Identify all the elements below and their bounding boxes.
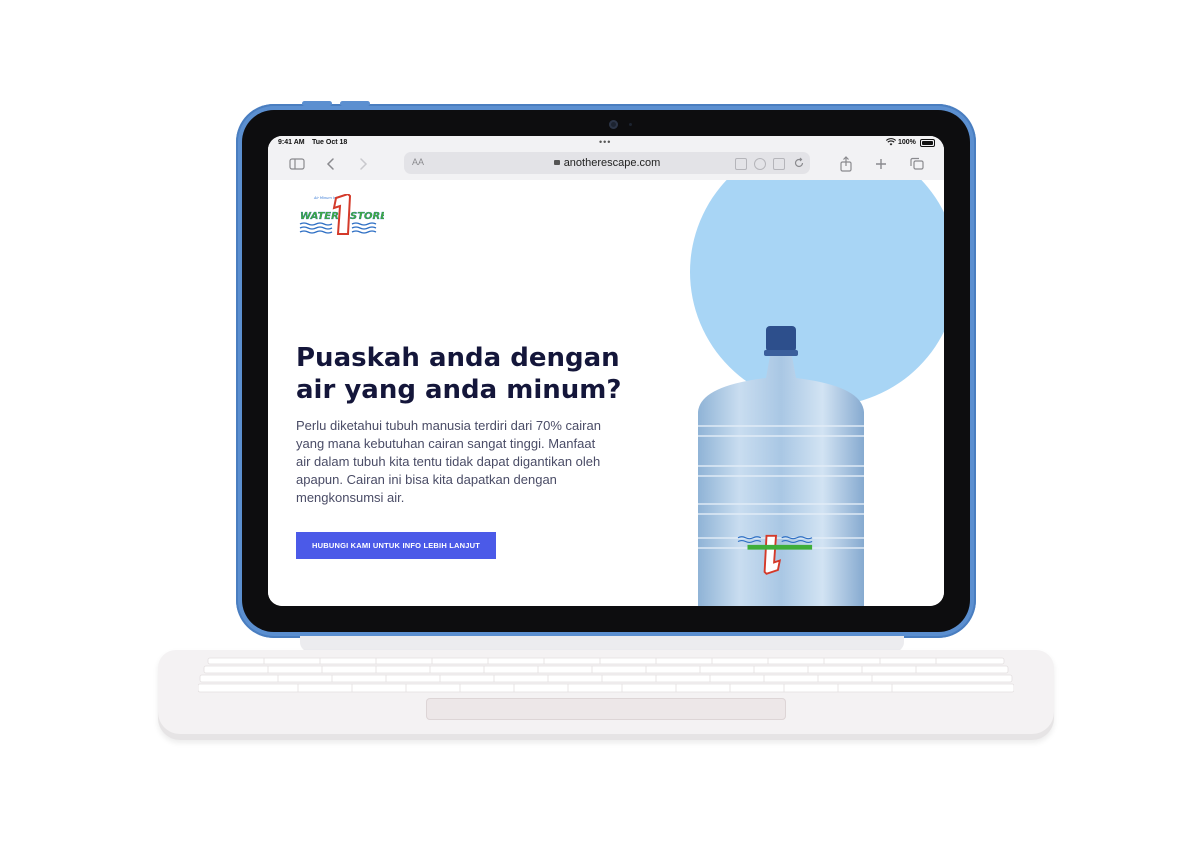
battery-percentage: 100% xyxy=(898,139,916,146)
status-bar: 9:41 AM Tue Oct 18 ••• 100% xyxy=(268,136,944,150)
multitasking-dots-icon[interactable]: ••• xyxy=(599,137,611,147)
share-icon[interactable] xyxy=(837,156,855,172)
ambient-sensor xyxy=(629,123,632,126)
volume-button xyxy=(302,101,332,106)
forward-icon[interactable] xyxy=(354,156,372,172)
new-tab-icon[interactable] xyxy=(872,156,890,172)
svg-text:WATER: WATER xyxy=(300,211,339,222)
front-camera xyxy=(609,120,618,129)
web-page: Air Minum Isi Ulang WATER STORE Puaskah … xyxy=(268,180,944,606)
tablet-screen: 9:41 AM Tue Oct 18 ••• 100% AA anotheres… xyxy=(268,136,944,606)
water-gallon-image xyxy=(698,326,864,606)
sidebar-icon[interactable] xyxy=(288,156,306,172)
contact-us-button[interactable]: HUBUNGI KAMI UNTUK INFO LEBIH LANJUT xyxy=(296,532,496,559)
status-time: 9:41 AM xyxy=(278,139,305,146)
hero-description: Perlu diketahui tubuh manusia terdiri da… xyxy=(296,418,601,505)
extension-icon[interactable] xyxy=(735,158,747,170)
url-display[interactable]: anotherescape.com xyxy=(404,157,810,169)
browser-toolbar: AA anotherescape.com xyxy=(268,150,944,180)
tabs-icon[interactable] xyxy=(908,156,926,172)
extension-icon[interactable] xyxy=(773,158,785,170)
back-icon[interactable] xyxy=(322,156,340,172)
water-store-logo[interactable]: Air Minum Isi Ulang WATER STORE xyxy=(298,194,384,242)
trackpad[interactable] xyxy=(426,698,786,720)
volume-button xyxy=(340,101,370,106)
hero-headline: Puaskah anda dengan air yang anda minum? xyxy=(296,343,622,405)
reload-icon[interactable] xyxy=(793,157,805,169)
status-date: Tue Oct 18 xyxy=(312,139,348,146)
wifi-icon xyxy=(886,138,896,146)
battery-icon xyxy=(920,139,935,147)
keyboard-keys xyxy=(198,657,1014,693)
lock-icon xyxy=(553,160,560,165)
address-bar[interactable]: AA anotherescape.com xyxy=(404,152,810,174)
url-text: anotherescape.com xyxy=(563,157,661,169)
svg-text:STORE: STORE xyxy=(350,211,384,222)
extension-icon[interactable] xyxy=(754,158,766,170)
